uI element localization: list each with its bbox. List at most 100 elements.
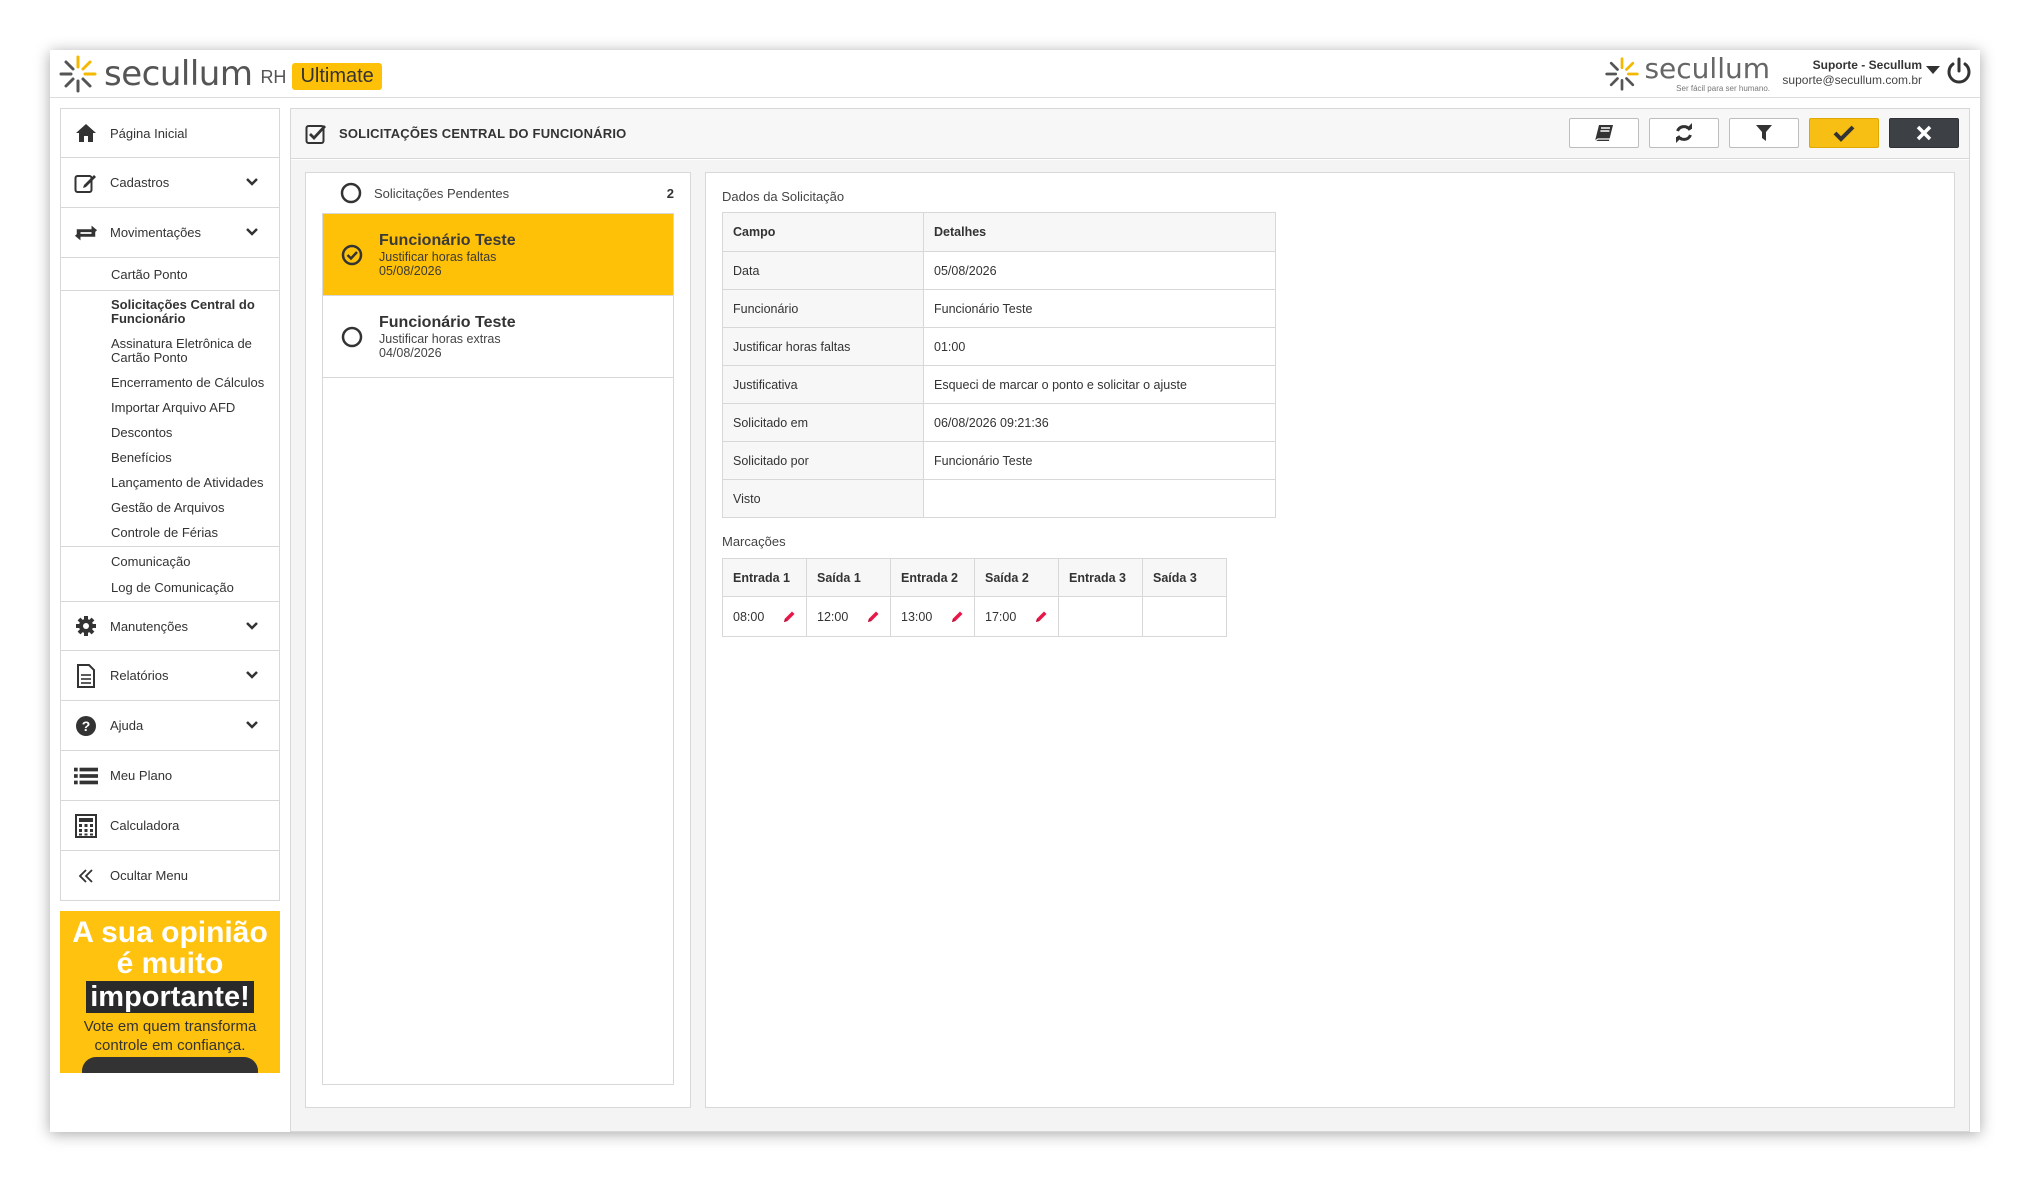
- feedback-banner[interactable]: A sua opinião é muito importante! Vote e…: [60, 911, 280, 1073]
- sidebar-item-manutencoes[interactable]: Manutenções: [60, 601, 280, 651]
- submenu-item-encerramento[interactable]: Encerramento de Cálculos: [61, 369, 279, 394]
- request-description: Justificar horas extras: [379, 331, 501, 346]
- secondary-brand-name: secullum: [1644, 52, 1770, 85]
- field-value: Esqueci de marcar o ponto e solicitar o …: [923, 365, 1276, 404]
- request-details-panel: Dados da Solicitação Campo Detalhes Data…: [705, 172, 1955, 1108]
- table-row: Funcionário Funcionário Teste: [722, 289, 1276, 328]
- mark-cell-empty[interactable]: [1142, 596, 1227, 637]
- chevron-down-icon: [246, 721, 258, 729]
- field-label: Justificar horas faltas: [722, 327, 924, 366]
- sidebar-item-meu-plano[interactable]: Meu Plano: [60, 751, 280, 801]
- sidebar: Página Inicial Cadastros Movimentações C…: [60, 108, 280, 1073]
- column-header-details: Detalhes: [923, 212, 1276, 252]
- submenu-item-cartao-ponto[interactable]: Cartão Ponto: [61, 264, 279, 286]
- field-label: Solicitado por: [722, 441, 924, 480]
- user-info[interactable]: Suporte - Secullum suporte@secullum.com.…: [1782, 58, 1922, 88]
- field-value: Funcionário Teste: [923, 441, 1276, 480]
- approve-button[interactable]: [1809, 118, 1879, 148]
- chevron-down-icon: [246, 178, 258, 186]
- mark-cell: 13:00: [890, 596, 975, 637]
- reject-button[interactable]: [1889, 118, 1959, 148]
- request-employee-name: Funcionário Teste: [379, 313, 516, 331]
- mark-time: 13:00: [901, 609, 933, 624]
- pencil-icon[interactable]: [1034, 610, 1048, 624]
- field-label: Justificativa: [722, 365, 924, 404]
- book-button[interactable]: [1569, 118, 1639, 148]
- sidebar-item-label: Ocultar Menu: [110, 868, 189, 883]
- pencil-icon[interactable]: [950, 610, 964, 624]
- transfer-icon: [74, 221, 98, 245]
- submenu-item-controle-ferias[interactable]: Controle de Férias: [61, 519, 279, 546]
- submenu-item-solicitacoes[interactable]: Solicitações Central do Funcionário: [61, 291, 279, 330]
- submenu-item-gestao-arquivos[interactable]: Gestão de Arquivos: [61, 494, 279, 519]
- page-title: SOLICITAÇÕES CENTRAL DO FUNCIONÁRIO: [339, 126, 627, 141]
- mark-time: 08:00: [733, 609, 765, 624]
- mark-time: 17:00: [985, 609, 1017, 624]
- column-header-entrada-2: Entrada 2: [890, 558, 975, 597]
- filter-button[interactable]: [1729, 118, 1799, 148]
- pencil-icon[interactable]: [782, 610, 796, 624]
- mark-cell: 12:00: [806, 596, 891, 637]
- sidebar-item-calculadora[interactable]: Calculadora: [60, 801, 280, 851]
- user-email: suporte@secullum.com.br: [1782, 73, 1922, 87]
- content-area: Solicitações Pendentes 2 Funcionário Tes…: [291, 160, 1969, 1131]
- field-label: Solicitado em: [722, 403, 924, 442]
- page-header: SOLICITAÇÕES CENTRAL DO FUNCIONÁRIO: [291, 109, 1969, 159]
- request-item[interactable]: Funcionário Teste Justificar horas extra…: [323, 296, 673, 378]
- details-section-title: Dados da Solicitação: [722, 189, 845, 204]
- sidebar-item-cadastros[interactable]: Cadastros: [60, 158, 280, 208]
- mark-cell: 17:00: [974, 596, 1059, 637]
- sidebar-item-relatorios[interactable]: Relatórios: [60, 651, 280, 701]
- home-icon: [74, 121, 98, 145]
- marks-table: Entrada 1 Saída 1 Entrada 2 Saída 2 Entr…: [722, 558, 1227, 637]
- sidebar-item-label: Cadastros: [110, 175, 170, 190]
- request-item[interactable]: Funcionário Teste Justificar horas falta…: [323, 214, 673, 296]
- refresh-button[interactable]: [1649, 118, 1719, 148]
- sidebar-item-ocultar-menu[interactable]: Ocultar Menu: [60, 851, 280, 901]
- brand-tagline: Ser fácil para ser humano.: [1676, 84, 1770, 93]
- sidebar-item-label: Meu Plano: [110, 768, 173, 783]
- request-date: 05/08/2026: [379, 263, 442, 278]
- check-icon: [1833, 125, 1855, 142]
- circle-icon: [340, 182, 362, 204]
- sidebar-item-label: Calculadora: [110, 818, 180, 833]
- check-circle-icon: [341, 244, 363, 265]
- product-name: RH: [260, 66, 287, 87]
- user-name: Suporte - Secullum: [1812, 58, 1922, 72]
- table-row: Visto: [722, 479, 1276, 518]
- main-panel: SOLICITAÇÕES CENTRAL DO FUNCIONÁRIO Soli…: [290, 108, 1970, 1132]
- banner-line1: A sua opinião: [72, 916, 268, 949]
- request-list: Funcionário Teste Justificar horas falta…: [322, 213, 674, 1085]
- close-icon: [1916, 125, 1932, 141]
- banner-vote-button[interactable]: [82, 1057, 258, 1073]
- brand-logo[interactable]: secullum RH Ultimate: [58, 53, 382, 95]
- submenu-item-assinatura[interactable]: Assinatura Eletrônica de Cartão Ponto: [61, 330, 279, 369]
- power-icon[interactable]: [1944, 56, 1974, 86]
- sidebar-item-movimentacoes[interactable]: Movimentações: [60, 208, 280, 258]
- field-value: 05/08/2026: [923, 251, 1276, 290]
- submenu-item-beneficios[interactable]: Benefícios: [61, 444, 279, 469]
- gear-icon: [74, 614, 98, 638]
- sidebar-item-label: Relatórios: [110, 668, 169, 683]
- circle-icon: [341, 326, 363, 347]
- pencil-icon[interactable]: [866, 610, 880, 624]
- user-dropdown-caret-icon[interactable]: [1926, 66, 1940, 74]
- submenu-item-lancamento[interactable]: Lançamento de Atividades: [61, 469, 279, 494]
- request-date: 04/08/2026: [379, 345, 442, 360]
- submenu-item-log-comunicacao[interactable]: Log de Comunicação: [61, 573, 279, 601]
- submenu-item-descontos[interactable]: Descontos: [61, 419, 279, 444]
- sidebar-item-label: Página Inicial: [110, 125, 188, 141]
- field-value: 01:00: [923, 327, 1276, 366]
- sidebar-item-home[interactable]: Página Inicial: [60, 108, 280, 158]
- svg-text:?: ?: [82, 718, 91, 734]
- chevron-down-icon: [246, 228, 258, 236]
- pending-header[interactable]: Solicitações Pendentes 2: [306, 173, 690, 213]
- mark-cell-empty[interactable]: [1058, 596, 1143, 637]
- sidebar-item-ajuda[interactable]: ? Ajuda: [60, 701, 280, 751]
- submenu-item-importar-afd[interactable]: Importar Arquivo AFD: [61, 394, 279, 419]
- table-row: Justificar horas faltas 01:00: [722, 327, 1276, 366]
- sidebar-item-label: Movimentações: [110, 225, 202, 240]
- list-icon: [74, 764, 98, 788]
- submenu-item-comunicacao[interactable]: Comunicação: [61, 547, 279, 573]
- pending-requests-panel: Solicitações Pendentes 2 Funcionário Tes…: [305, 172, 691, 1108]
